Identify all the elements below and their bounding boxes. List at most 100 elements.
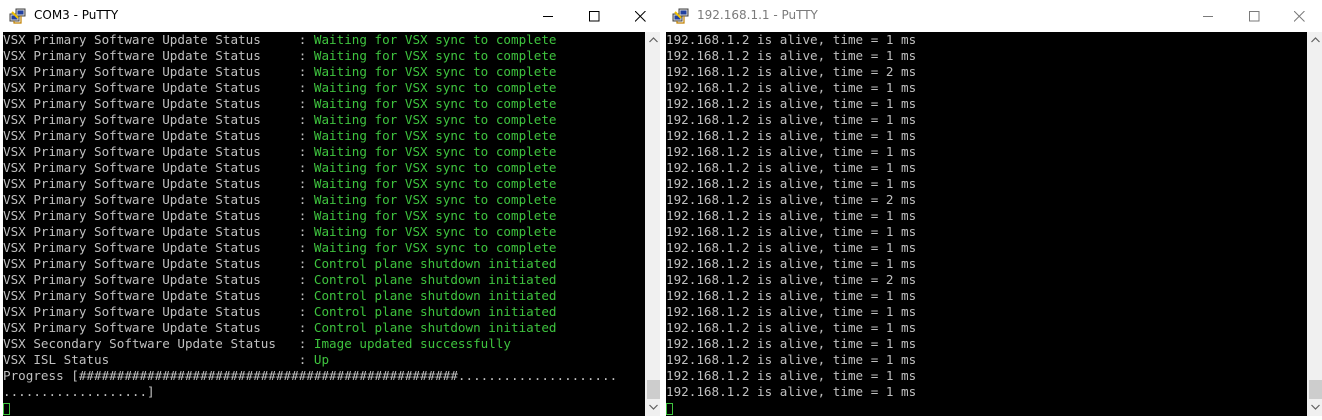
terminal-line: VSX Primary Software Update Status : Con…	[3, 304, 645, 320]
scroll-down-button[interactable]	[1307, 399, 1322, 416]
status-label: VSX ISL Status	[3, 352, 299, 367]
scroll-up-button[interactable]	[1307, 32, 1322, 49]
status-value: Waiting for VSX sync to complete	[313, 208, 557, 223]
terminal-line: VSX Primary Software Update Status : Con…	[3, 320, 645, 336]
status-label: VSX Primary Software Update Status	[3, 176, 299, 191]
vertical-scrollbar[interactable]	[1307, 32, 1322, 416]
ping-reply-line: 192.168.1.2 is alive, time = 2 ms	[666, 272, 917, 287]
ping-reply-line: 192.168.1.2 is alive, time = 1 ms	[666, 96, 917, 111]
status-label: VSX Primary Software Update Status	[3, 304, 299, 319]
status-value: Waiting for VSX sync to complete	[313, 128, 557, 143]
ping-reply-line: 192.168.1.2 is alive, time = 1 ms	[666, 112, 917, 127]
text-cursor	[3, 402, 10, 415]
close-button[interactable]	[1276, 0, 1322, 32]
maximize-button[interactable]	[571, 0, 617, 32]
separator: :	[298, 112, 314, 127]
separator: :	[298, 272, 314, 287]
chevron-up-icon	[1311, 37, 1320, 43]
status-label: VSX Primary Software Update Status	[3, 240, 299, 255]
terminal-line: VSX ISL Status : Up	[3, 352, 645, 368]
separator: :	[298, 208, 314, 223]
terminal-line: VSX Primary Software Update Status : Wai…	[3, 48, 645, 64]
ping-reply-line: 192.168.1.2 is alive, time = 1 ms	[666, 240, 917, 255]
status-label: VSX Primary Software Update Status	[3, 288, 299, 303]
status-value: Waiting for VSX sync to complete	[313, 96, 557, 111]
ping-reply-line: 192.168.1.2 is alive, time = 1 ms	[666, 224, 917, 239]
status-value: Waiting for VSX sync to complete	[313, 160, 557, 175]
ping-reply-line: 192.168.1.2 is alive, time = 2 ms	[666, 192, 917, 207]
minimize-button[interactable]	[1185, 0, 1231, 32]
scroll-thumb[interactable]	[1309, 380, 1322, 399]
terminal-line: VSX Primary Software Update Status : Wai…	[3, 80, 645, 96]
status-value: Waiting for VSX sync to complete	[313, 80, 557, 95]
text-cursor	[666, 402, 673, 415]
separator: :	[298, 192, 314, 207]
status-label: VSX Primary Software Update Status	[3, 64, 299, 79]
status-value: Waiting for VSX sync to complete	[313, 192, 557, 207]
terminal-line: VSX Primary Software Update Status : Wai…	[3, 176, 645, 192]
separator: :	[298, 32, 314, 47]
putty-window-ssh[interactable]: 192.168.1.1 - PuTTY 192.168.1.2 is alive…	[663, 0, 1322, 420]
scroll-thumb[interactable]	[647, 380, 660, 399]
terminal-line: VSX Secondary Software Update Status : I…	[3, 336, 645, 352]
ping-reply-line: 192.168.1.2 is alive, time = 1 ms	[666, 368, 917, 383]
terminal-line: VSX Primary Software Update Status : Wai…	[3, 240, 645, 256]
chevron-up-icon	[649, 37, 658, 43]
separator: :	[298, 288, 314, 303]
maximize-icon	[1249, 11, 1260, 22]
status-label: VSX Primary Software Update Status	[3, 48, 299, 63]
terminal-output[interactable]: 192.168.1.2 is alive, time = 1 ms 192.168…	[666, 32, 1307, 416]
status-label: VSX Primary Software Update Status	[3, 96, 299, 111]
terminal-line: VSX Primary Software Update Status : Con…	[3, 256, 645, 272]
chevron-down-icon	[1311, 404, 1320, 410]
ping-reply-line: 192.168.1.2 is alive, time = 1 ms	[666, 336, 917, 351]
terminal-line: VSX Primary Software Update Status : Wai…	[3, 64, 645, 80]
ping-reply-line: 192.168.1.2 is alive, time = 1 ms	[666, 32, 917, 47]
separator: :	[298, 240, 314, 255]
status-value: Waiting for VSX sync to complete	[313, 64, 557, 79]
ping-reply-line: 192.168.1.2 is alive, time = 1 ms	[666, 80, 917, 95]
terminal-line: VSX Primary Software Update Status : Wai…	[3, 224, 645, 240]
status-value: Waiting for VSX sync to complete	[313, 240, 557, 255]
status-value: Waiting for VSX sync to complete	[313, 224, 557, 239]
prompt-line[interactable]	[3, 400, 645, 416]
separator: :	[298, 176, 314, 191]
ping-reply-line: 192.168.1.2 is alive, time = 1 ms	[666, 128, 917, 143]
terminal-line: VSX Primary Software Update Status : Wai…	[3, 112, 645, 128]
putty-icon[interactable]	[672, 7, 690, 25]
status-value: Control plane shutdown initiated	[313, 256, 557, 271]
status-label: VSX Primary Software Update Status	[3, 160, 299, 175]
minimize-button[interactable]	[525, 0, 571, 32]
status-label: VSX Primary Software Update Status	[3, 320, 299, 335]
progress-line: ...................]	[3, 384, 155, 399]
prompt-line[interactable]	[666, 400, 1307, 416]
status-value: Waiting for VSX sync to complete	[313, 144, 557, 159]
terminal-line: VSX Primary Software Update Status : Wai…	[3, 160, 645, 176]
window-title: COM3 - PuTTY	[34, 8, 119, 22]
maximize-button[interactable]	[1231, 0, 1277, 32]
putty-icon[interactable]	[9, 7, 27, 25]
ping-reply-line: 192.168.1.2 is alive, time = 1 ms	[666, 288, 917, 303]
status-value: Waiting for VSX sync to complete	[313, 112, 557, 127]
putty-window-com3[interactable]: COM3 - PuTTY VSX Primary Software Update…	[0, 0, 663, 420]
status-value: Control plane shutdown initiated	[313, 304, 557, 319]
terminal-output[interactable]: VSX Primary Software Update Status : Wai…	[3, 32, 645, 416]
status-value: Control plane shutdown initiated	[313, 272, 557, 287]
terminal-line: VSX Primary Software Update Status : Wai…	[3, 32, 645, 48]
ping-reply-line: 192.168.1.2 is alive, time = 1 ms	[666, 320, 917, 335]
title-bar[interactable]: 192.168.1.1 - PuTTY	[663, 0, 1322, 32]
terminal-line: VSX Primary Software Update Status : Wai…	[3, 192, 645, 208]
separator: :	[298, 352, 314, 367]
status-label: VSX Primary Software Update Status	[3, 112, 299, 127]
close-button[interactable]	[617, 0, 663, 32]
ping-reply-line: 192.168.1.2 is alive, time = 1 ms	[666, 256, 917, 271]
maximize-icon	[589, 11, 600, 22]
separator: :	[298, 96, 314, 111]
title-bar[interactable]: COM3 - PuTTY	[0, 0, 663, 32]
chevron-down-icon	[649, 404, 658, 410]
status-label: VSX Primary Software Update Status	[3, 272, 299, 287]
status-label: VSX Primary Software Update Status	[3, 192, 299, 207]
status-label: VSX Primary Software Update Status	[3, 32, 299, 47]
terminal-line: VSX Primary Software Update Status : Wai…	[3, 96, 645, 112]
terminal-line: VSX Primary Software Update Status : Con…	[3, 288, 645, 304]
